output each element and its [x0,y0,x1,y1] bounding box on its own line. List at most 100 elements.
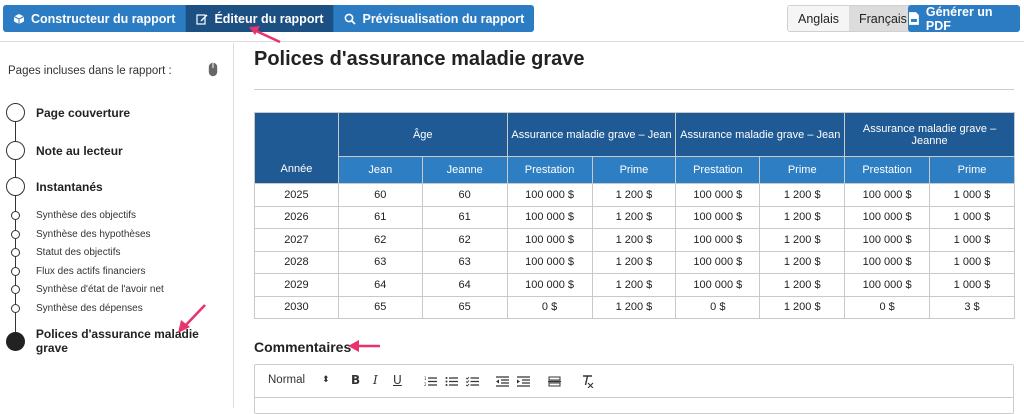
cell: 1 000 $ [929,183,1015,207]
header-insurance-jeanne: Assurance maladie grave – Jeanne [844,112,1015,157]
sidebar-item-avoir-net[interactable]: Synthèse d'état de l'avoir net [11,284,164,295]
cell: 1 200 $ [591,183,677,207]
cell: 1 000 $ [929,250,1015,274]
header-annee: Année [254,112,339,184]
horizontal-rule-icon[interactable] [548,376,561,387]
format-select[interactable]: Normal [268,374,305,386]
cell: 62 [337,228,423,252]
subheader-prestation: Prestation [506,156,593,184]
sidebar: Pages incluses dans le rapport : Page co… [0,43,234,408]
generate-pdf-button[interactable]: Générer un PDF [908,4,1020,33]
bullet-list-icon[interactable] [445,376,458,387]
cell: 60 [421,183,508,207]
cell: 62 [421,228,508,252]
sidebar-item-label: Synthèse des hypothèses [36,229,151,240]
checklist-icon[interactable] [466,376,479,387]
header-age: Âge [337,112,508,157]
tab-report-preview[interactable]: Prévisualisation du rapport [334,5,535,32]
cell: 100 000 $ [506,273,593,297]
sidebar-item-label: Synthèse d'état de l'avoir net [36,284,164,295]
annotation-arrow-tab [249,26,281,44]
lang-english-button[interactable]: Anglais [788,6,849,31]
bold-button[interactable]: B [351,373,360,387]
sidebar-item-statut-objectifs[interactable]: Statut des objectifs [11,247,121,258]
cell: 100 000 $ [675,183,761,207]
subheader-prestation: Prestation [675,156,761,184]
sidebar-item-synthese-depenses[interactable]: Synthèse des dépenses [11,303,143,314]
cell: 3 $ [929,295,1015,319]
editor-toolbar: Normal ⬍ B I U 1 2 [255,365,1013,398]
cell: 100 000 $ [506,250,593,274]
table-row: 2030 65 65 0 $ 1 200 $ 0 $ 1 200 $ 0 $ 3… [254,295,1015,319]
sidebar-item-label: Synthèse des dépenses [36,303,143,314]
sidebar-item-flux-actifs[interactable]: Flux des actifs financiers [11,266,146,277]
svg-text:2: 2 [424,382,427,387]
cell: 1 000 $ [929,205,1015,229]
cell: 2030 [254,295,339,319]
cell: 65 [337,295,423,319]
cell: 2025 [254,183,339,207]
sidebar-item-page-couverture[interactable]: Page couverture [6,103,130,122]
sidebar-item-label: Instantanés [36,179,103,194]
page-node-circle [11,248,20,257]
table-row: 2029 64 64 100 000 $ 1 200 $ 100 000 $ 1… [254,273,1015,297]
page-node-circle [11,267,20,276]
subheader-prime: Prime [591,156,677,184]
subheader-jean: Jean [337,156,423,184]
annotation-arrow-comments [348,340,380,352]
cell: 1 200 $ [591,250,677,274]
cell: 64 [421,273,508,297]
subheader-jeanne: Jeanne [421,156,508,184]
cell: 1 200 $ [759,295,846,319]
header-insurance-jean-2: Assurance maladie grave – Jean [675,112,846,157]
cell: 1 000 $ [929,273,1015,297]
cell: 2027 [254,228,339,252]
cell: 100 000 $ [506,228,593,252]
indent-icon[interactable] [517,376,530,387]
cell: 100 000 $ [844,205,931,229]
cell: 1 200 $ [759,205,846,229]
cell: 63 [421,250,508,274]
cell: 100 000 $ [844,228,931,252]
sidebar-item-label: Note au lecteur [36,143,123,158]
lang-french-button[interactable]: Français [849,6,917,31]
cell: 1 200 $ [591,228,677,252]
ordered-list-icon[interactable]: 1 2 [424,376,437,387]
insurance-table: Année Âge Assurance maladie grave – Jean… [254,112,1015,319]
cell: 100 000 $ [675,228,761,252]
table-row: 2025 60 60 100 000 $ 1 200 $ 100 000 $ 1… [254,183,1015,207]
sidebar-item-synthese-hypotheses[interactable]: Synthèse des hypothèses [11,229,151,240]
sidebar-item-instantanes[interactable]: Instantanés [6,177,103,196]
cell: 100 000 $ [675,250,761,274]
cell: 63 [337,250,423,274]
table-row: 2026 61 61 100 000 $ 1 200 $ 100 000 $ 1… [254,205,1015,229]
clear-format-icon[interactable] [582,375,594,388]
comments-editor[interactable]: Normal ⬍ B I U 1 2 [254,364,1014,414]
cell: 1 200 $ [591,205,677,229]
divider [254,89,1014,90]
subheader-prime: Prime [929,156,1015,184]
page-node-circle [6,103,25,122]
cell: 100 000 $ [506,183,593,207]
tab-report-builder[interactable]: Constructeur du rapport [3,5,187,32]
sidebar-item-label: Flux des actifs financiers [36,266,146,277]
select-arrows-icon[interactable]: ⬍ [322,374,330,385]
tab-label: Prévisualisation du rapport [362,11,525,26]
cell: 1 000 $ [929,228,1015,252]
sidebar-item-label: Statut des objectifs [36,247,121,258]
cell: 61 [337,205,423,229]
sidebar-item-synthese-objectifs[interactable]: Synthèse des objectifs [11,210,136,221]
sidebar-item-label: Page couverture [36,105,131,120]
cell: 1 200 $ [759,183,846,207]
language-switch: Anglais Français [787,5,918,32]
sidebar-item-note-au-lecteur[interactable]: Note au lecteur [6,141,123,160]
cell: 64 [337,273,423,297]
underline-button[interactable]: U [393,373,402,387]
pdf-button-label: Générer un PDF [925,4,993,33]
outdent-icon[interactable] [496,376,509,387]
cell: 100 000 $ [675,205,761,229]
table-row: 2027 62 62 100 000 $ 1 200 $ 100 000 $ 1… [254,228,1015,252]
page-node-circle [11,304,20,313]
italic-button[interactable]: I [373,373,378,387]
cell: 2026 [254,205,339,229]
